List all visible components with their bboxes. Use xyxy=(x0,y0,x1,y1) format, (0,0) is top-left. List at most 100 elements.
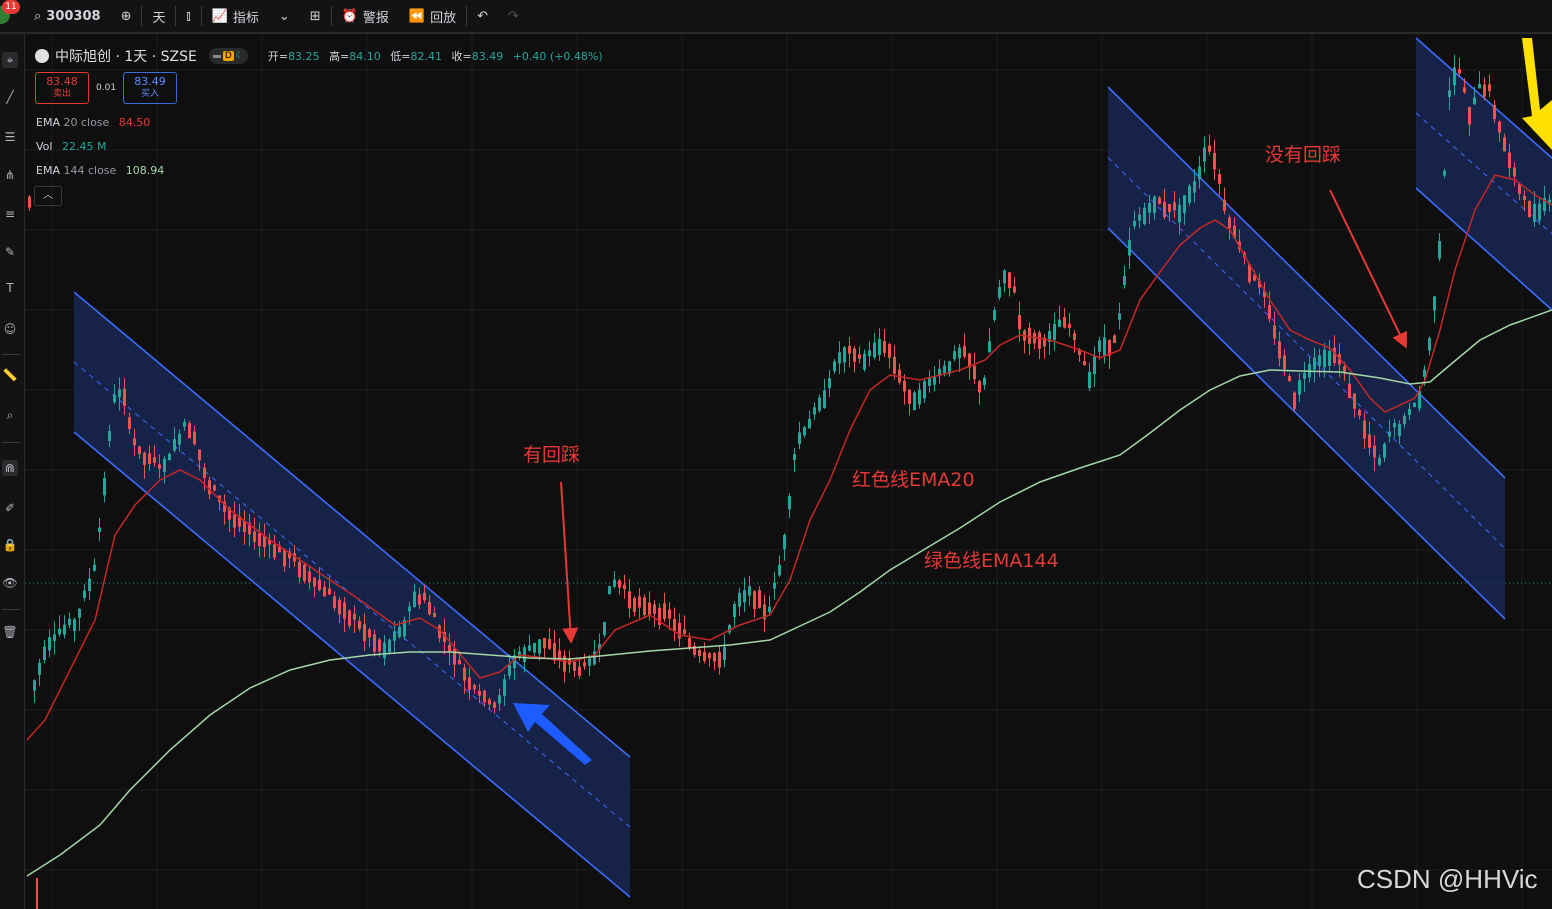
candle-body xyxy=(263,536,266,548)
candle-body xyxy=(1208,145,1211,152)
candle-body xyxy=(143,452,146,465)
candle-body xyxy=(1093,356,1096,375)
candle-body xyxy=(1408,408,1411,415)
candle-body xyxy=(308,571,311,583)
lock-icon[interactable]: 🔒 xyxy=(2,537,18,553)
indicator-volume[interactable]: Vol 22.45 M xyxy=(36,140,106,153)
candle-body xyxy=(633,597,636,612)
candle-body xyxy=(1473,97,1476,105)
open-label: 开= xyxy=(267,50,289,63)
candle-body xyxy=(1363,420,1366,439)
candle-body xyxy=(63,624,66,635)
candle-body xyxy=(1153,196,1156,214)
candle-body xyxy=(503,679,506,696)
alert-button[interactable]: ⏰ 警报 xyxy=(332,0,399,32)
candle-body xyxy=(188,423,191,439)
candle-body xyxy=(983,377,986,386)
indicator-name: EMA xyxy=(36,164,60,177)
candle-body xyxy=(1038,332,1041,349)
candle-body xyxy=(523,647,526,663)
candle-body xyxy=(928,377,931,386)
layout-button[interactable]: ⊞ xyxy=(300,0,331,32)
candle-body xyxy=(818,397,821,411)
candle-body xyxy=(113,394,116,403)
candle-body xyxy=(1278,341,1281,359)
cursor-icon[interactable]: ⌖ xyxy=(2,52,18,68)
candle-body xyxy=(448,644,451,652)
magnet-icon[interactable]: ⋒ xyxy=(2,460,18,476)
candle-body xyxy=(1403,415,1406,425)
ruler-icon[interactable]: 📏 xyxy=(2,367,18,383)
candle-body xyxy=(253,531,256,542)
tool-divider xyxy=(2,442,20,443)
candle-body xyxy=(1118,313,1121,320)
sell-label: 卖出 xyxy=(52,89,71,99)
status-pill[interactable]: D ☾ xyxy=(208,48,248,64)
candle-body xyxy=(423,592,426,601)
candle-body xyxy=(913,392,916,411)
candle-body xyxy=(673,618,676,631)
trash-icon[interactable]: 🗑 xyxy=(2,624,18,640)
annotation-no-pullback: 没有回踩 xyxy=(1265,144,1342,166)
candle-body xyxy=(1528,201,1531,218)
indicators-button[interactable]: 📈 指标 xyxy=(202,0,269,32)
indicator-ema144[interactable]: EMA 144 close 108.94 xyxy=(36,164,164,177)
candle-body xyxy=(128,417,131,429)
redo-button[interactable]: ↷ xyxy=(498,0,529,32)
symbol-search[interactable]: ⌕ 300308 xyxy=(24,0,111,32)
candle-body xyxy=(353,613,356,620)
candle-body xyxy=(1123,276,1126,285)
compare-button[interactable]: ⊕ xyxy=(111,0,142,32)
candle-body xyxy=(1293,392,1296,409)
notification-badge: 11 xyxy=(2,0,20,14)
candle-body xyxy=(1508,152,1511,169)
sell-button[interactable]: 83.48 卖出 xyxy=(35,72,89,104)
collapse-legend-button[interactable]: ︿ xyxy=(34,186,62,206)
candle-body xyxy=(498,695,501,704)
candle-body xyxy=(273,544,276,558)
buy-button[interactable]: 83.49 买入 xyxy=(123,72,178,104)
brush-icon[interactable]: ✎ xyxy=(2,244,18,260)
fib-icon[interactable]: ☰ xyxy=(2,129,18,145)
undo-button[interactable]: ↶ xyxy=(467,0,498,32)
candle-body xyxy=(303,564,306,582)
indicators-dropdown[interactable]: ⌄ xyxy=(269,0,300,32)
trendline-icon[interactable]: ╱ xyxy=(2,89,18,105)
candle-body xyxy=(653,604,656,614)
candle-body xyxy=(998,287,1001,298)
indicator-value: 22.45 M xyxy=(61,140,107,153)
candle-body xyxy=(383,642,386,659)
eye-icon[interactable]: 👁 xyxy=(2,575,18,591)
pattern-icon[interactable]: ⋔ xyxy=(2,167,18,183)
candle-body xyxy=(488,699,491,705)
candle-body xyxy=(1143,207,1146,225)
lock-draw-icon[interactable]: ✐ xyxy=(2,500,18,516)
projection-icon[interactable]: ≡ xyxy=(2,206,18,222)
interval-button[interactable]: 天 xyxy=(142,0,175,32)
zoom-icon[interactable]: ⌕ xyxy=(2,407,18,423)
candle-body xyxy=(873,342,876,358)
text-icon[interactable]: T xyxy=(2,280,18,296)
candle-body xyxy=(528,645,531,651)
indicator-ema20[interactable]: EMA 20 close 84.50 xyxy=(36,116,150,129)
candle-body xyxy=(993,310,996,320)
candle-body xyxy=(1283,355,1286,370)
emoji-icon[interactable]: ☺ xyxy=(2,321,18,337)
candle-body xyxy=(663,603,666,620)
candle-body xyxy=(393,631,396,641)
candle-body xyxy=(1058,319,1061,327)
candle-body xyxy=(1463,87,1466,93)
sell-price: 83.48 xyxy=(46,75,78,88)
candle-body xyxy=(538,639,541,654)
candle-body xyxy=(868,350,871,357)
candle-body xyxy=(1268,305,1271,319)
candle-body xyxy=(1193,181,1196,193)
candle-body xyxy=(583,662,586,667)
replay-button[interactable]: ⏪ 回放 xyxy=(399,0,466,32)
grid-icon: ⊞ xyxy=(309,8,321,24)
candle-body xyxy=(1318,355,1321,367)
trade-panel: 83.48 卖出 0.01 83.49 买入 xyxy=(35,72,178,104)
candle-body xyxy=(783,535,786,550)
candle-body xyxy=(838,352,841,364)
chart-type-button[interactable]: ⫾ xyxy=(176,0,200,32)
